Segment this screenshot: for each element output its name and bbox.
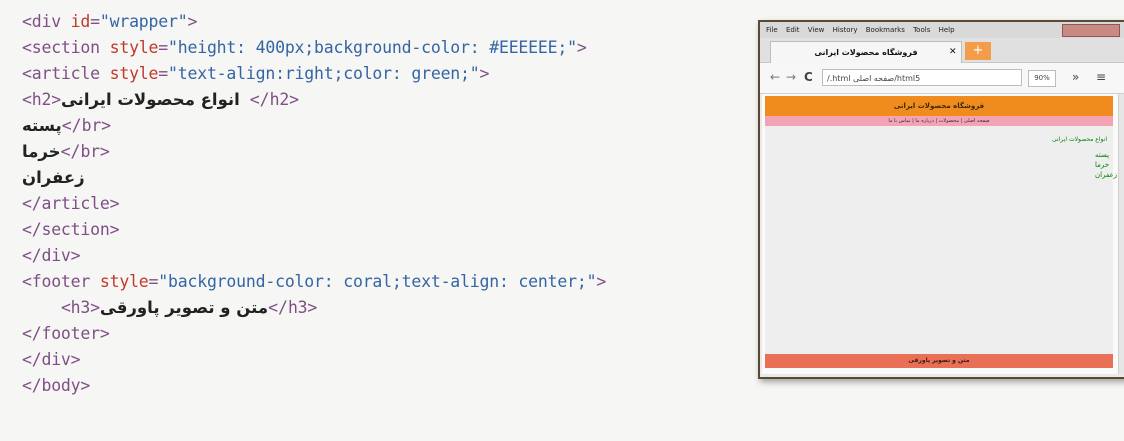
reload-icon[interactable]: C	[804, 70, 813, 84]
page-nav[interactable]: صفحه اصلی | محصولات | درباره ما | تماس ب…	[765, 116, 1113, 126]
window-controls[interactable]	[1062, 24, 1120, 37]
menu-view[interactable]: View	[808, 26, 825, 34]
code-tag: <h2>	[22, 90, 61, 109]
code-line: <h3>متن و تصویر پاورقی</h3>	[22, 296, 317, 320]
menu-tools[interactable]: Tools	[913, 26, 930, 34]
code-attr: style	[109, 38, 159, 57]
code-value: "text-align:right;color: green;"	[168, 64, 480, 83]
code-tag-close: >	[576, 38, 587, 57]
page-footer: متن و تصویر پاورقی	[765, 354, 1113, 368]
code-tag: </h2>	[239, 90, 299, 109]
page-section: انواع محصولات ایرانی پسته خرما زعفران	[765, 126, 1118, 354]
code-eq: =	[90, 12, 100, 31]
zoom-level[interactable]: 90%	[1028, 70, 1056, 87]
close-icon[interactable]: ✕	[949, 42, 957, 63]
tab-active[interactable]: فروشگاه محصولات ایرانی ✕	[770, 41, 962, 63]
code-line: زعفران	[22, 166, 85, 190]
scrollbar[interactable]	[1118, 94, 1124, 374]
code-tag: </footer>	[22, 324, 110, 343]
code-line: </section>	[22, 218, 120, 242]
code-tag: <h3>	[60, 298, 100, 317]
code-text: انواع محصولات ایرانی	[60, 90, 240, 109]
code-line: خرما</br>	[22, 140, 110, 164]
code-tag-close: >	[479, 64, 490, 83]
new-tab-button[interactable]: +	[965, 42, 991, 60]
article-title: انواع محصولات ایرانی	[1052, 136, 1107, 143]
menu-history[interactable]: History	[833, 26, 858, 34]
code-line: <h2>انواع محصولات ایرانی </h2>	[22, 88, 299, 112]
code-line: </article>	[22, 192, 120, 216]
code-line: </footer>	[22, 322, 110, 346]
code-line: پسته</br>	[22, 114, 111, 138]
navigation-bar: ← → C /.html صفحه اصلی/html5 90% » ≡	[760, 63, 1124, 94]
code-tag-close: >	[187, 12, 198, 31]
code-tag: </div>	[22, 350, 81, 369]
code-tag: <article	[22, 64, 110, 83]
code-tag: <footer	[22, 272, 100, 291]
code-text: خرما	[22, 142, 61, 161]
code-line: </body>	[22, 374, 90, 398]
tab-bar: فروشگاه محصولات ایرانی ✕ +	[760, 38, 1124, 63]
browser-window: File Edit View History Bookmarks Tools H…	[758, 20, 1124, 379]
code-line: <article style="text-align:right;color: …	[22, 62, 489, 86]
menu-file[interactable]: File	[766, 26, 778, 34]
hamburger-menu-icon[interactable]: ≡	[1096, 70, 1106, 84]
menu-bookmarks[interactable]: Bookmarks	[866, 26, 905, 34]
code-tag: <div	[22, 12, 71, 31]
code-value: "height: 400px;background-color: #EEEEEE…	[168, 38, 577, 57]
tab-title: فروشگاه محصولات ایرانی	[814, 48, 918, 57]
code-line: </div>	[22, 244, 81, 268]
code-tag: </section>	[22, 220, 120, 239]
code-tag: <section	[22, 38, 110, 57]
code-eq: =	[158, 64, 169, 83]
code-tag: </article>	[22, 194, 120, 213]
code-line: <section style="height: 400px;background…	[22, 36, 587, 60]
code-attr: style	[99, 272, 149, 291]
code-eq: =	[148, 272, 159, 291]
code-tag: </body>	[22, 376, 91, 395]
code-tag: </h3>	[268, 298, 318, 317]
code-value: "background-color: coral;text-align: cen…	[158, 272, 597, 291]
code-tag-close: >	[596, 272, 607, 291]
code-attr: style	[109, 64, 159, 83]
address-bar[interactable]: /.html صفحه اصلی/html5	[822, 69, 1022, 86]
back-icon[interactable]: ←	[770, 70, 780, 84]
code-line: </div>	[22, 348, 81, 372]
code-tag: </br>	[60, 142, 110, 161]
overflow-icon[interactable]: »	[1072, 70, 1079, 84]
code-text: پسته	[22, 116, 62, 135]
article-items: پسته خرما زعفران	[1095, 151, 1118, 179]
code-line: <footer style="background-color: coral;t…	[22, 270, 606, 294]
code-text: زعفران	[22, 168, 85, 187]
code-tag: </div>	[22, 246, 81, 265]
page-header: فروشگاه محصولات ایرانی	[765, 96, 1113, 116]
code-line: <div id="wrapper">	[22, 10, 197, 34]
menu-help[interactable]: Help	[939, 26, 955, 34]
menu-bar: File Edit View History Bookmarks Tools H…	[760, 22, 1124, 38]
code-eq: =	[158, 38, 169, 57]
code-tag: </br>	[61, 116, 111, 135]
code-value: "wrapper"	[99, 12, 188, 31]
code-text: متن و تصویر پاورقی	[99, 298, 269, 317]
forward-icon[interactable]: →	[786, 70, 796, 84]
code-attr: id	[70, 12, 91, 31]
page-viewport: فروشگاه محصولات ایرانی صفحه اصلی | محصول…	[762, 94, 1118, 374]
menu-edit[interactable]: Edit	[786, 26, 800, 34]
